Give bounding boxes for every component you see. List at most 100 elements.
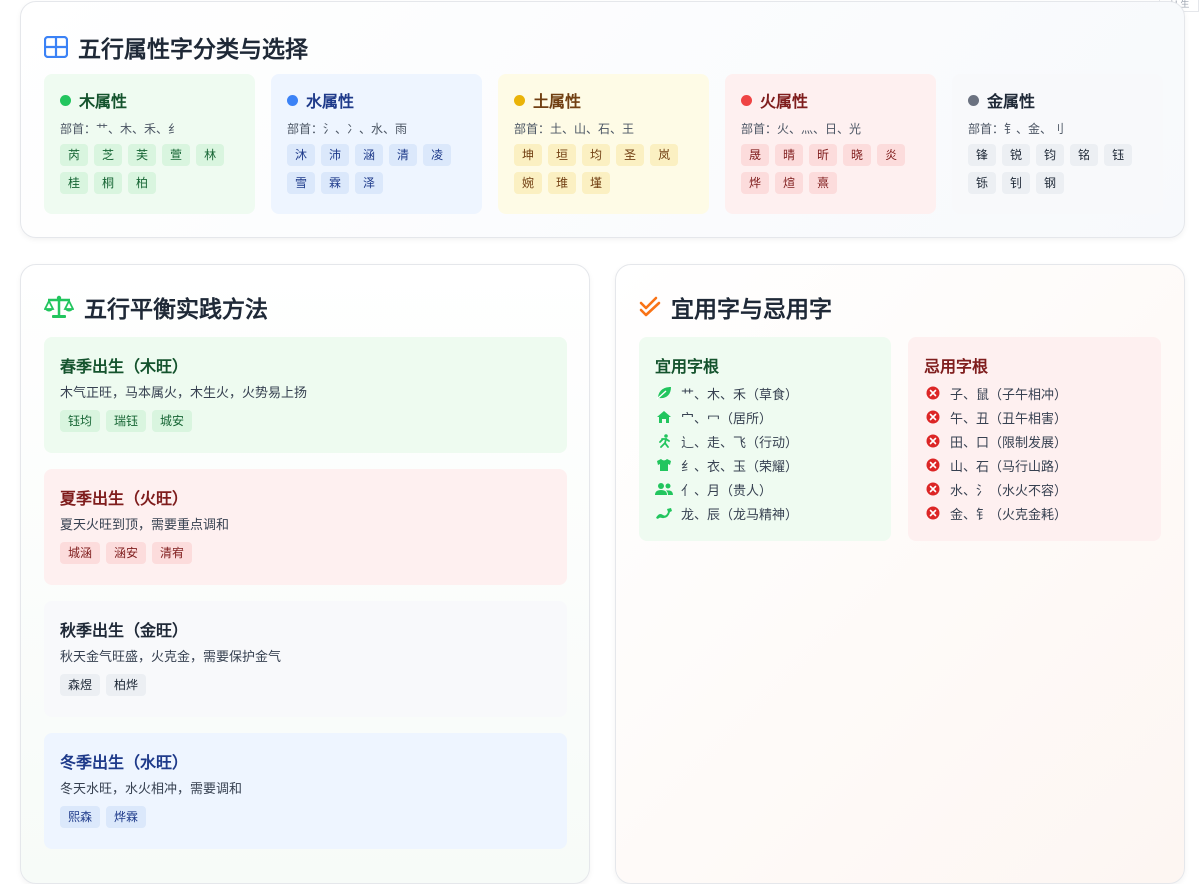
- element-radicals: 部首：艹、木、禾、纟: [60, 122, 181, 136]
- season-description: 木气正旺，马本属火，木生火，火势易上扬: [60, 386, 308, 401]
- element-box: 火属性 部首：火、灬、日、光晟晴昕晓炎烨煊熹: [725, 74, 936, 214]
- season-title: 秋季出生（金旺）: [60, 621, 189, 640]
- char-chip: 林: [196, 144, 225, 166]
- leaf-icon: [655, 386, 673, 400]
- element-heading: 水属性: [287, 90, 466, 111]
- element-name: 火属性: [760, 92, 809, 111]
- bad-roots-title: 忌用字根: [924, 357, 989, 376]
- char-chip: 墐: [582, 172, 611, 194]
- char-chip: 均: [582, 144, 611, 166]
- char-chip: 钰: [1104, 144, 1133, 166]
- element-dot-icon: [60, 94, 71, 106]
- season-box: 春季出生（木旺） 木气正旺，马本属火，木生火，火势易上扬钰均 瑞钰 城安: [44, 337, 567, 453]
- bad-roots-box: 忌用字根 子、鼠（子午相冲） 午、丑（丑午相害） 田、口（限制发展） 山、石（马行山路…: [908, 337, 1161, 541]
- char-chip: 熹: [809, 172, 838, 194]
- element-box: 土属性 部首：土、山、石、王坤垣均圣岚婉琟墐: [498, 74, 709, 214]
- good-roots-box: 宜用字根 艹、木、禾（草食） 宀、冖（居所） 辶、走、飞（行动） 纟、衣、玉（荣耀） 亻…: [639, 337, 891, 541]
- grid-icon: [44, 36, 68, 58]
- season-tags: 钰均 瑞钰 城安: [60, 410, 551, 432]
- good-root-text: 亻、月（贵人）: [681, 483, 773, 499]
- char-chip: 沐: [287, 144, 316, 166]
- name-tag: 烨霖: [106, 806, 147, 828]
- element-name: 金属性: [987, 92, 1036, 111]
- char-chip: 涵: [355, 144, 384, 166]
- season-title: 冬季出生（水旺）: [60, 753, 189, 772]
- element-heading: 木属性: [60, 90, 239, 111]
- season-title: 夏季出生（火旺）: [60, 489, 189, 508]
- element-box: 木属性部首：艹、木、禾、纟芮芝芙萱林桂桐柏: [44, 74, 255, 214]
- name-tag: 钰均: [60, 410, 101, 432]
- season-box: 秋季出生（金旺） 秋天金气旺盛，火克金，需要保护金气森煜 柏烨: [44, 601, 567, 717]
- x-circle-icon: [924, 506, 942, 520]
- bad-root-text: 金、钅（火克金耗）: [950, 507, 1068, 523]
- balance-card: 五行平衡实践方法 春季出生（木旺） 木气正旺，马本属火，木生火，火势易上扬钰均 瑞钰…: [20, 264, 590, 884]
- season-tags: 森煜 柏烨: [60, 674, 551, 696]
- char-chip: 岚: [650, 144, 679, 166]
- name-tag: 城安: [152, 410, 193, 432]
- element-dot-icon: [514, 94, 525, 106]
- bad-root-text: 田、口（限制发展）: [950, 435, 1068, 451]
- char-chip: 晴: [775, 144, 804, 166]
- season-tags: 熙森 烨霖: [60, 806, 551, 828]
- element-name: 木属性: [79, 92, 128, 111]
- char-chip: 钧: [1036, 144, 1065, 166]
- bad-root-text: 午、丑（丑午相害）: [950, 411, 1068, 427]
- x-circle-icon: [924, 410, 942, 424]
- balance-title-text: 五行平衡实践方法: [84, 297, 268, 323]
- char-chip: 昕: [809, 144, 838, 166]
- name-tag: 柏烨: [106, 674, 147, 696]
- element-box: 金属性 部首：钅、金、刂锋锐钧铭钰铄钊钢: [952, 74, 1163, 214]
- element-radicals: 部首：钅、金、刂: [968, 122, 1065, 136]
- wuxing-title: 五行属性字分类与选择: [44, 30, 308, 64]
- roots-title-text: 宜用字与忌用字: [671, 297, 832, 323]
- char-chip: 锐: [1002, 144, 1031, 166]
- char-chip: 霖: [321, 172, 350, 194]
- double-check-icon: [639, 296, 661, 317]
- element-heading: 土属性: [514, 90, 693, 111]
- good-root-item: 宀、冖（居所）: [655, 405, 875, 429]
- element-dot-icon: [287, 94, 298, 106]
- x-circle-icon: [924, 482, 942, 496]
- good-root-text: 龙、辰（龙马精神）: [681, 507, 799, 523]
- bad-root-item: 山、石（马行山路）: [924, 453, 1145, 477]
- house-icon: [655, 410, 673, 424]
- name-tag: 熙森: [60, 806, 101, 828]
- good-root-item: 亻、月（贵人）: [655, 477, 875, 501]
- dragon-icon: [655, 506, 673, 520]
- char-chip: 垣: [548, 144, 577, 166]
- bad-root-text: 子、鼠（子午相冲）: [950, 387, 1068, 403]
- char-chip: 钊: [1002, 172, 1031, 194]
- char-chip: 芝: [94, 144, 123, 166]
- season-box: 夏季出生（火旺） 夏天火旺到顶，需要重点调和 城涵 涵安 清宥: [44, 469, 567, 585]
- element-dot-icon: [968, 94, 979, 106]
- bad-root-item: 水、氵（水火不容）: [924, 477, 1145, 501]
- char-chip: 桐: [94, 172, 123, 194]
- good-root-item: 艹、木、禾（草食）: [655, 381, 875, 405]
- char-chip: 锋: [968, 144, 997, 166]
- char-chip: 芙: [128, 144, 157, 166]
- char-chip: 炎: [877, 144, 906, 166]
- char-chip: 芮: [60, 144, 89, 166]
- good-root-text: 艹、木、禾（草食）: [681, 387, 799, 403]
- good-roots-title: 宜用字根: [655, 357, 720, 376]
- wuxing-title-text: 五行属性字分类与选择: [78, 37, 308, 63]
- char-chip: 凌: [423, 144, 452, 166]
- name-tag: 城涵: [60, 542, 101, 564]
- season-description: 夏天火旺到顶，需要重点调和: [60, 518, 230, 533]
- season-description: 冬天水旺，水火相冲，需要调和: [60, 782, 243, 797]
- roots-title: 宜用字与忌用字: [639, 290, 832, 324]
- element-radicals: 部首：土、山、石、王: [514, 122, 635, 136]
- char-chip: 桂: [60, 172, 89, 194]
- season-description: 秋天金气旺盛，火克金，需要保护金气: [60, 650, 282, 665]
- bad-root-item: 子、鼠（子午相冲）: [924, 381, 1145, 405]
- element-radicals: 部首：火、灬、日、光: [741, 122, 862, 136]
- element-radicals: 部首：氵、冫、水、雨: [287, 122, 408, 136]
- good-root-text: 辶、走、飞（行动）: [681, 435, 799, 451]
- char-chip: 柏: [128, 172, 157, 194]
- season-title: 春季出生（木旺）: [60, 357, 189, 376]
- element-box: 水属性 部首：氵、冫、水、雨沐沛涵清凌雪霖泽: [271, 74, 482, 214]
- element-dot-icon: [741, 94, 752, 106]
- char-chip: 琟: [548, 172, 577, 194]
- char-chip: 萱: [162, 144, 191, 166]
- element-name: 水属性: [306, 92, 355, 111]
